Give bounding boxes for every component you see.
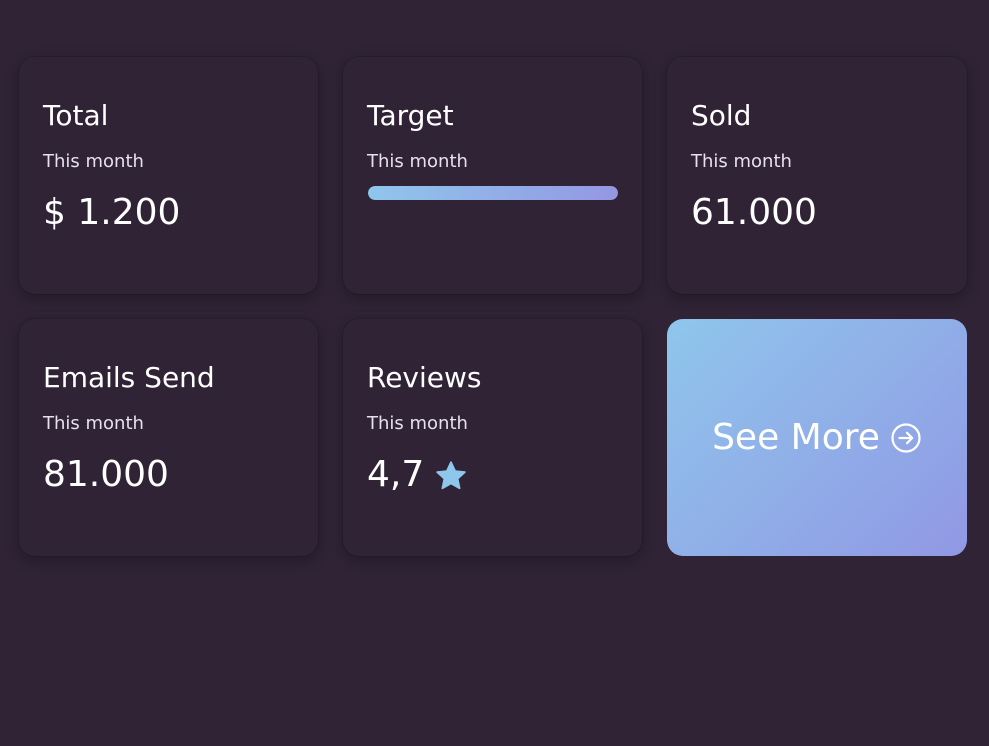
card-title: Reviews bbox=[367, 361, 482, 394]
reviews-value: 4,7 bbox=[367, 454, 425, 495]
card-subtitle: This month bbox=[691, 151, 792, 172]
card-title: Emails Send bbox=[43, 361, 215, 394]
card-title: Total bbox=[43, 99, 109, 132]
total-card: Total This month $ 1.200 bbox=[19, 57, 318, 294]
dashboard-grid: Total This month $ 1.200 Target This mon… bbox=[19, 57, 968, 556]
sold-value: 61.000 bbox=[691, 192, 817, 233]
card-title: Sold bbox=[691, 99, 752, 132]
star-icon bbox=[434, 459, 468, 493]
card-subtitle: This month bbox=[367, 413, 468, 434]
reviews-value-row: 4,7 bbox=[367, 453, 468, 497]
arrow-circle-right-icon bbox=[890, 422, 922, 454]
card-subtitle: This month bbox=[367, 151, 468, 172]
see-more-label: See More bbox=[712, 416, 880, 458]
sold-card: Sold This month 61.000 bbox=[667, 57, 967, 294]
card-title: Target bbox=[367, 99, 454, 132]
emails-card: Emails Send This month 81.000 bbox=[19, 319, 318, 556]
target-progress-fill bbox=[368, 186, 618, 200]
see-more-button[interactable]: See More bbox=[667, 319, 967, 556]
reviews-card: Reviews This month 4,7 bbox=[343, 319, 642, 556]
emails-value: 81.000 bbox=[43, 454, 169, 495]
total-value: $ 1.200 bbox=[43, 192, 181, 233]
card-subtitle: This month bbox=[43, 151, 144, 172]
target-card: Target This month bbox=[343, 57, 642, 294]
card-subtitle: This month bbox=[43, 413, 144, 434]
target-progress-bar bbox=[368, 186, 618, 200]
